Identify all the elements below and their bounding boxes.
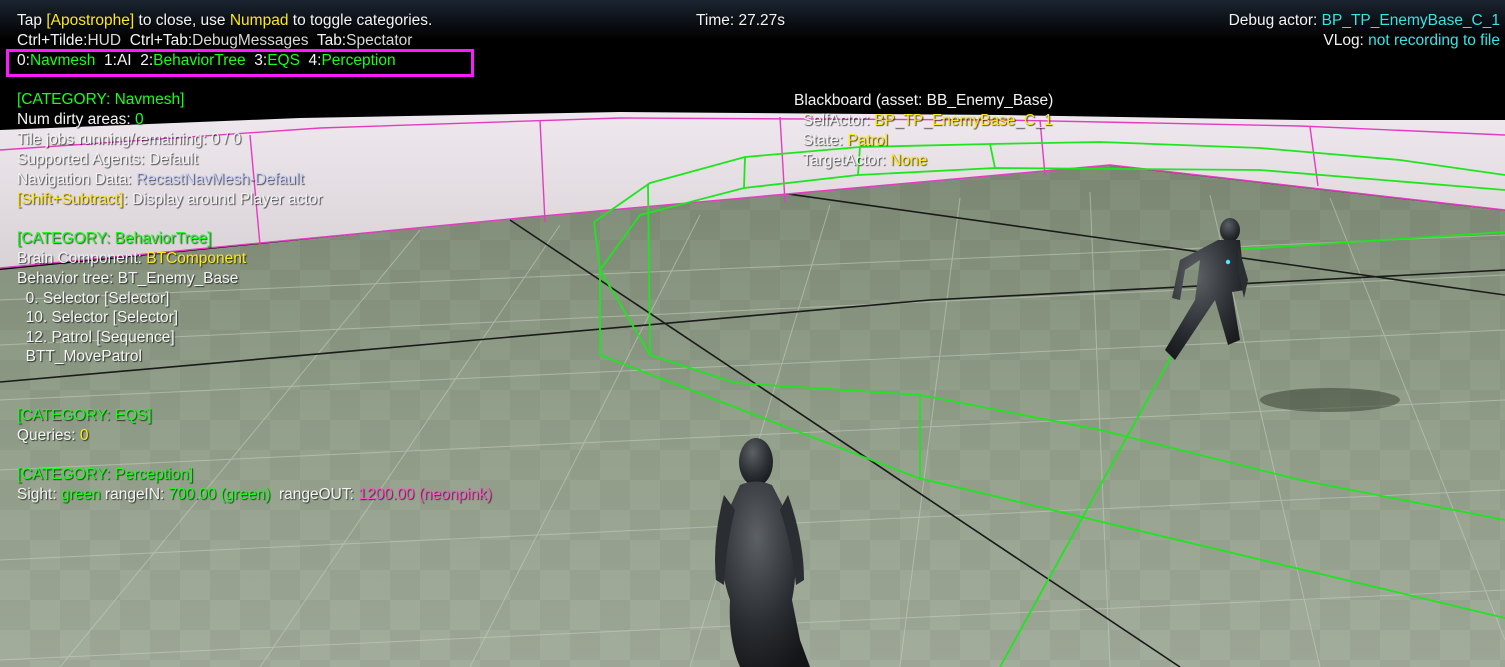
- bt-node: 10. Selector [Selector]: [17, 309, 179, 326]
- numpad-key: Numpad: [229, 12, 289, 29]
- queries-label: Queries:: [17, 427, 80, 444]
- category-toggle-ai[interactable]: AI: [117, 52, 132, 69]
- navmesh-agents: Supported Agents: Default: [17, 151, 198, 168]
- help-toggle: to toggle categories.: [288, 12, 433, 29]
- debug-actor-value: BP_TP_EnemyBase_C_1: [1321, 12, 1500, 29]
- category-toggle-behaviortree[interactable]: BehaviorTree: [153, 52, 245, 69]
- help-close: to close, use: [134, 12, 230, 29]
- eqs-queries: Queries: 0: [17, 426, 89, 446]
- blackboard-entry: SelfActor: BP_TP_EnemyBase_C_1: [794, 111, 1053, 131]
- bt-node: 0. Selector [Selector]: [17, 290, 170, 307]
- bt-tree-name: Behavior tree: BT_Enemy_Base: [17, 270, 239, 287]
- navmesh-tile-jobs: Tile jobs running/remaining: 0 / 0: [17, 131, 242, 148]
- blackboard-value: Patrol: [847, 132, 888, 149]
- debug-actor-label: Debug actor:: [1228, 12, 1322, 29]
- navmesh-header-text: [CATEGORY: Navmesh]: [17, 91, 185, 108]
- shortcut-line: Ctrl+Tilde:HUD Ctrl+Tab:DebugMessages Ta…: [17, 31, 412, 51]
- category-2-num: 2:: [131, 52, 154, 69]
- eqs-header-text: [CATEGORY: EQS]: [17, 407, 152, 424]
- game-time: Time: 27.27s: [696, 12, 786, 29]
- category-toggle-navmesh[interactable]: Navmesh: [30, 52, 95, 69]
- perception-header-text: [CATEGORY: Perception]: [17, 466, 194, 483]
- bt-node: 12. Patrol [Sequence]: [17, 329, 175, 346]
- bt-node: BTT_MovePatrol: [17, 348, 142, 365]
- category-1-num: 1:: [95, 52, 117, 69]
- nav-data-value: RecastNavMesh-Default: [135, 171, 304, 188]
- eqs-header: [CATEGORY: EQS]: [17, 406, 152, 426]
- vlog-line: VLog: not recording to file: [1323, 31, 1500, 51]
- category-toggle-eqs[interactable]: EQS: [267, 52, 300, 69]
- dirty-label: Num dirty areas:: [17, 111, 136, 128]
- blackboard-key: TargetActor:: [794, 152, 891, 169]
- navmesh-dirty-areas: Num dirty areas: 0: [17, 110, 144, 130]
- nav-data-label: Navigation Data:: [17, 171, 136, 188]
- sight-color: green: [60, 486, 101, 503]
- ctrl-tab-value: DebugMessages: [192, 32, 309, 49]
- tilde-value: HUD: [87, 32, 122, 49]
- navmesh-header: [CATEGORY: Navmesh]: [17, 90, 184, 110]
- blackboard-value: None: [890, 152, 928, 169]
- debug-actor-line: Debug actor: BP_TP_EnemyBase_C_1: [1229, 11, 1500, 31]
- bt-brain: Brain Component: BTComponent: [17, 249, 246, 269]
- tilde-key: Ctrl+Tilde:: [17, 32, 88, 49]
- range-in-value: 700.00 (green): [168, 486, 271, 503]
- help-tap: Tap: [17, 12, 47, 29]
- category-4-num: 4:: [299, 52, 322, 69]
- navmesh-shift-hint: [Shift+Subtract]: Display around Player …: [17, 190, 322, 210]
- shift-subtract-key: [Shift+Subtract]: [17, 191, 124, 208]
- apostrophe-key: [Apostrophe]: [46, 12, 135, 29]
- ctrl-tab-key: Ctrl+Tab:: [121, 32, 193, 49]
- queries-value: 0: [79, 427, 89, 444]
- bt-header-text: [CATEGORY: BehaviorTree]: [17, 230, 212, 247]
- range-in-label: rangeIN:: [100, 486, 169, 503]
- dirty-value: 0: [135, 111, 144, 128]
- spectator-value: Spectator: [346, 32, 413, 49]
- navmesh-data: Navigation Data: RecastNavMesh-Default: [17, 170, 304, 190]
- help-line: Tap [Apostrophe] to close, use Numpad to…: [17, 11, 432, 31]
- vlog-label: VLog:: [1323, 32, 1369, 49]
- blackboard-entry: TargetActor: None: [794, 151, 927, 171]
- perception-sight: Sight: green rangeIN: 700.00 (green) ran…: [17, 485, 492, 505]
- blackboard-key: State:: [794, 132, 848, 149]
- sight-label: Sight:: [17, 486, 61, 503]
- brain-value: BTComponent: [146, 250, 247, 267]
- range-out-label: rangeOUT:: [270, 486, 359, 503]
- game-viewport[interactable]: [0, 0, 1505, 667]
- blackboard-value: BP_TP_EnemyBase_C_1: [874, 112, 1053, 129]
- category-0-num: 0:: [17, 52, 30, 69]
- vlog-value: not recording to file: [1368, 32, 1500, 49]
- category-toggle-perception[interactable]: Perception: [321, 52, 395, 69]
- brain-label: Brain Component:: [17, 250, 147, 267]
- perception-header: [CATEGORY: Perception]: [17, 465, 193, 485]
- blackboard-header: Blackboard (asset: BB_Enemy_Base): [794, 92, 1054, 109]
- shift-hint-text: : Display around Player actor: [123, 191, 323, 208]
- blackboard-entry: State: Patrol: [794, 131, 888, 151]
- category-toggles[interactable]: 0:Navmesh 1:AI 2:BehaviorTree 3:EQS 4:Pe…: [17, 51, 396, 71]
- spectator-key: Tab:: [308, 32, 347, 49]
- bt-header: [CATEGORY: BehaviorTree]: [17, 229, 211, 249]
- blackboard-key: SelfActor:: [794, 112, 875, 129]
- range-out-value: 1200.00 (neonpink): [358, 486, 492, 503]
- category-3-num: 3:: [245, 52, 268, 69]
